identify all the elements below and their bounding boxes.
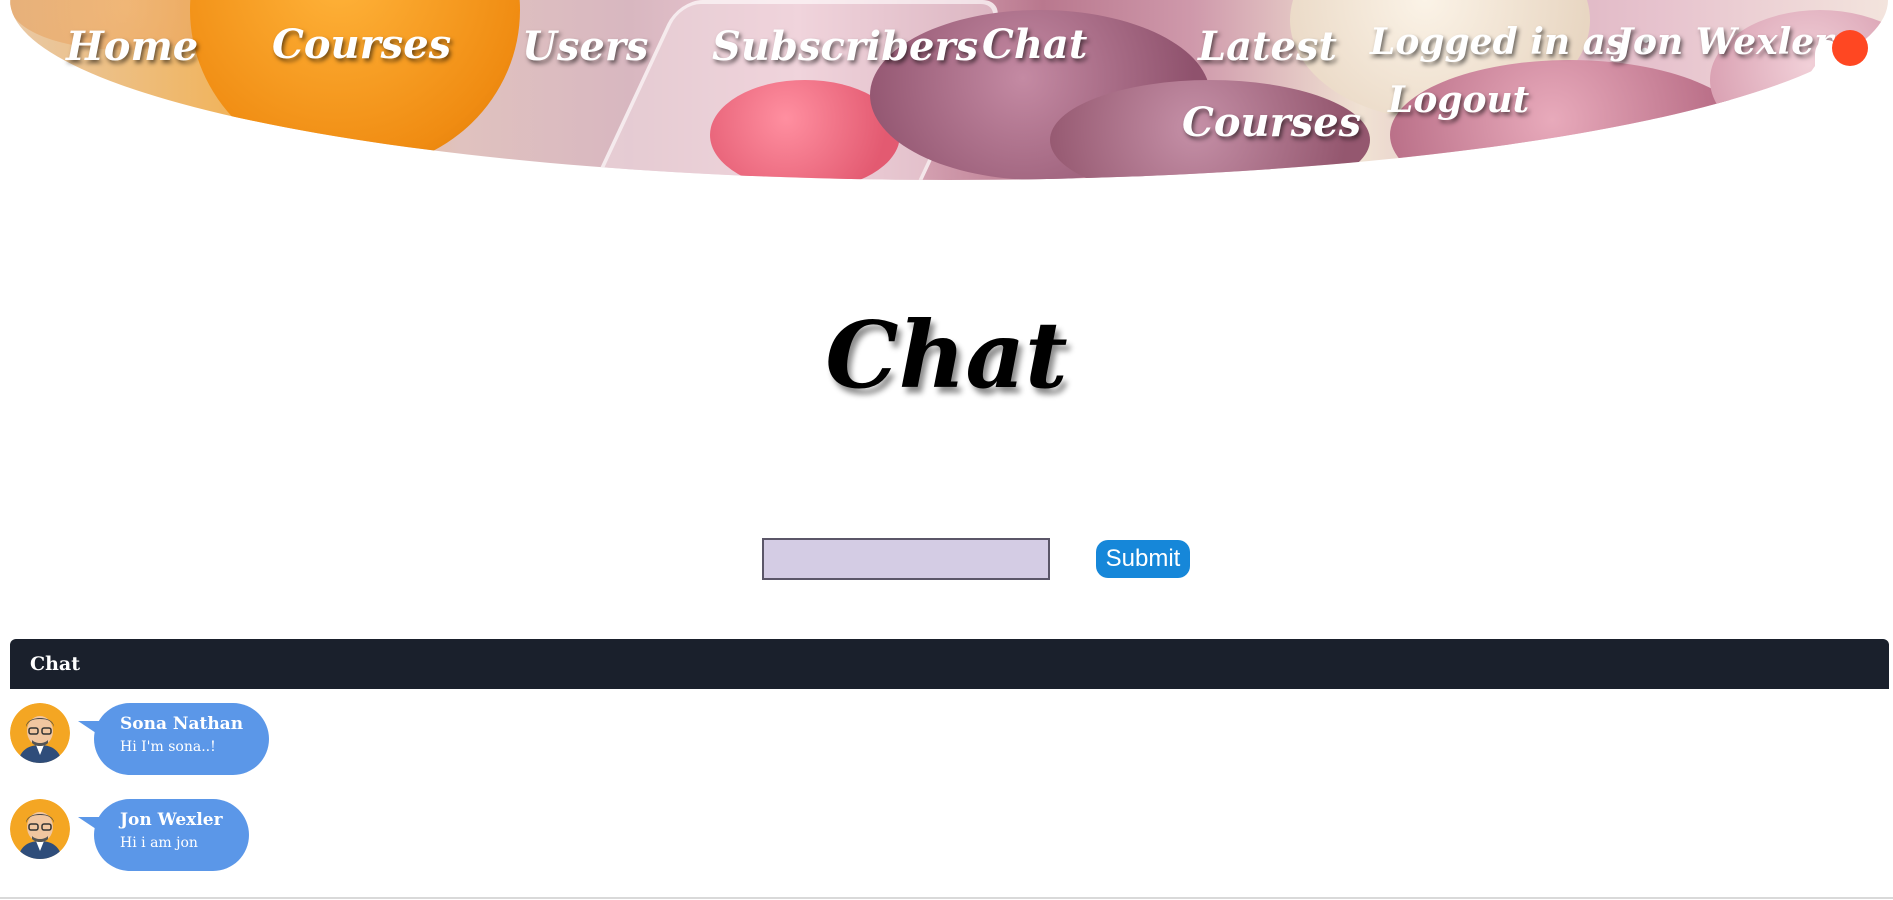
user-avatar-icon bbox=[10, 799, 70, 859]
message-text: Hi i am jon bbox=[120, 835, 198, 851]
avatar bbox=[10, 799, 70, 859]
message-text: Hi I'm sona..! bbox=[120, 739, 216, 755]
bottom-divider bbox=[0, 897, 1893, 899]
nav-chat[interactable]: Chat bbox=[982, 22, 1087, 68]
logged-in-label: Logged in as : bbox=[1370, 21, 1653, 63]
notification-dot bbox=[1832, 30, 1868, 66]
chat-message-input[interactable] bbox=[762, 538, 1050, 580]
nav-latest-courses-line1: Latest bbox=[1198, 23, 1337, 70]
user-avatar-icon bbox=[10, 703, 70, 763]
message-sender: Sona Nathan bbox=[120, 714, 244, 734]
chat-message: Jon Wexler Hi i am jon bbox=[10, 799, 250, 871]
nav-courses[interactable]: Courses bbox=[272, 22, 451, 68]
nav-latest-courses-line2: Courses bbox=[1182, 99, 1362, 146]
nav-users[interactable]: Users bbox=[522, 24, 648, 70]
chat-message: Sona Nathan Hi I'm sona..! bbox=[10, 703, 270, 775]
page-title: Chat bbox=[825, 301, 1068, 409]
nav-home[interactable]: Home bbox=[66, 24, 198, 70]
message-bubble: Sona Nathan Hi I'm sona..! bbox=[94, 703, 270, 775]
nav-subscribers[interactable]: Subscribers bbox=[712, 24, 978, 70]
chat-panel-header: Chat bbox=[10, 639, 1889, 689]
logout-link[interactable]: Logout bbox=[1388, 80, 1529, 120]
message-sender: Jon Wexler bbox=[120, 810, 223, 830]
avatar bbox=[10, 703, 70, 763]
message-bubble: Jon Wexler Hi i am jon bbox=[94, 799, 249, 871]
logged-in-user-name: Jon Wexler bbox=[1616, 21, 1834, 63]
submit-button[interactable]: Submit bbox=[1096, 540, 1190, 578]
